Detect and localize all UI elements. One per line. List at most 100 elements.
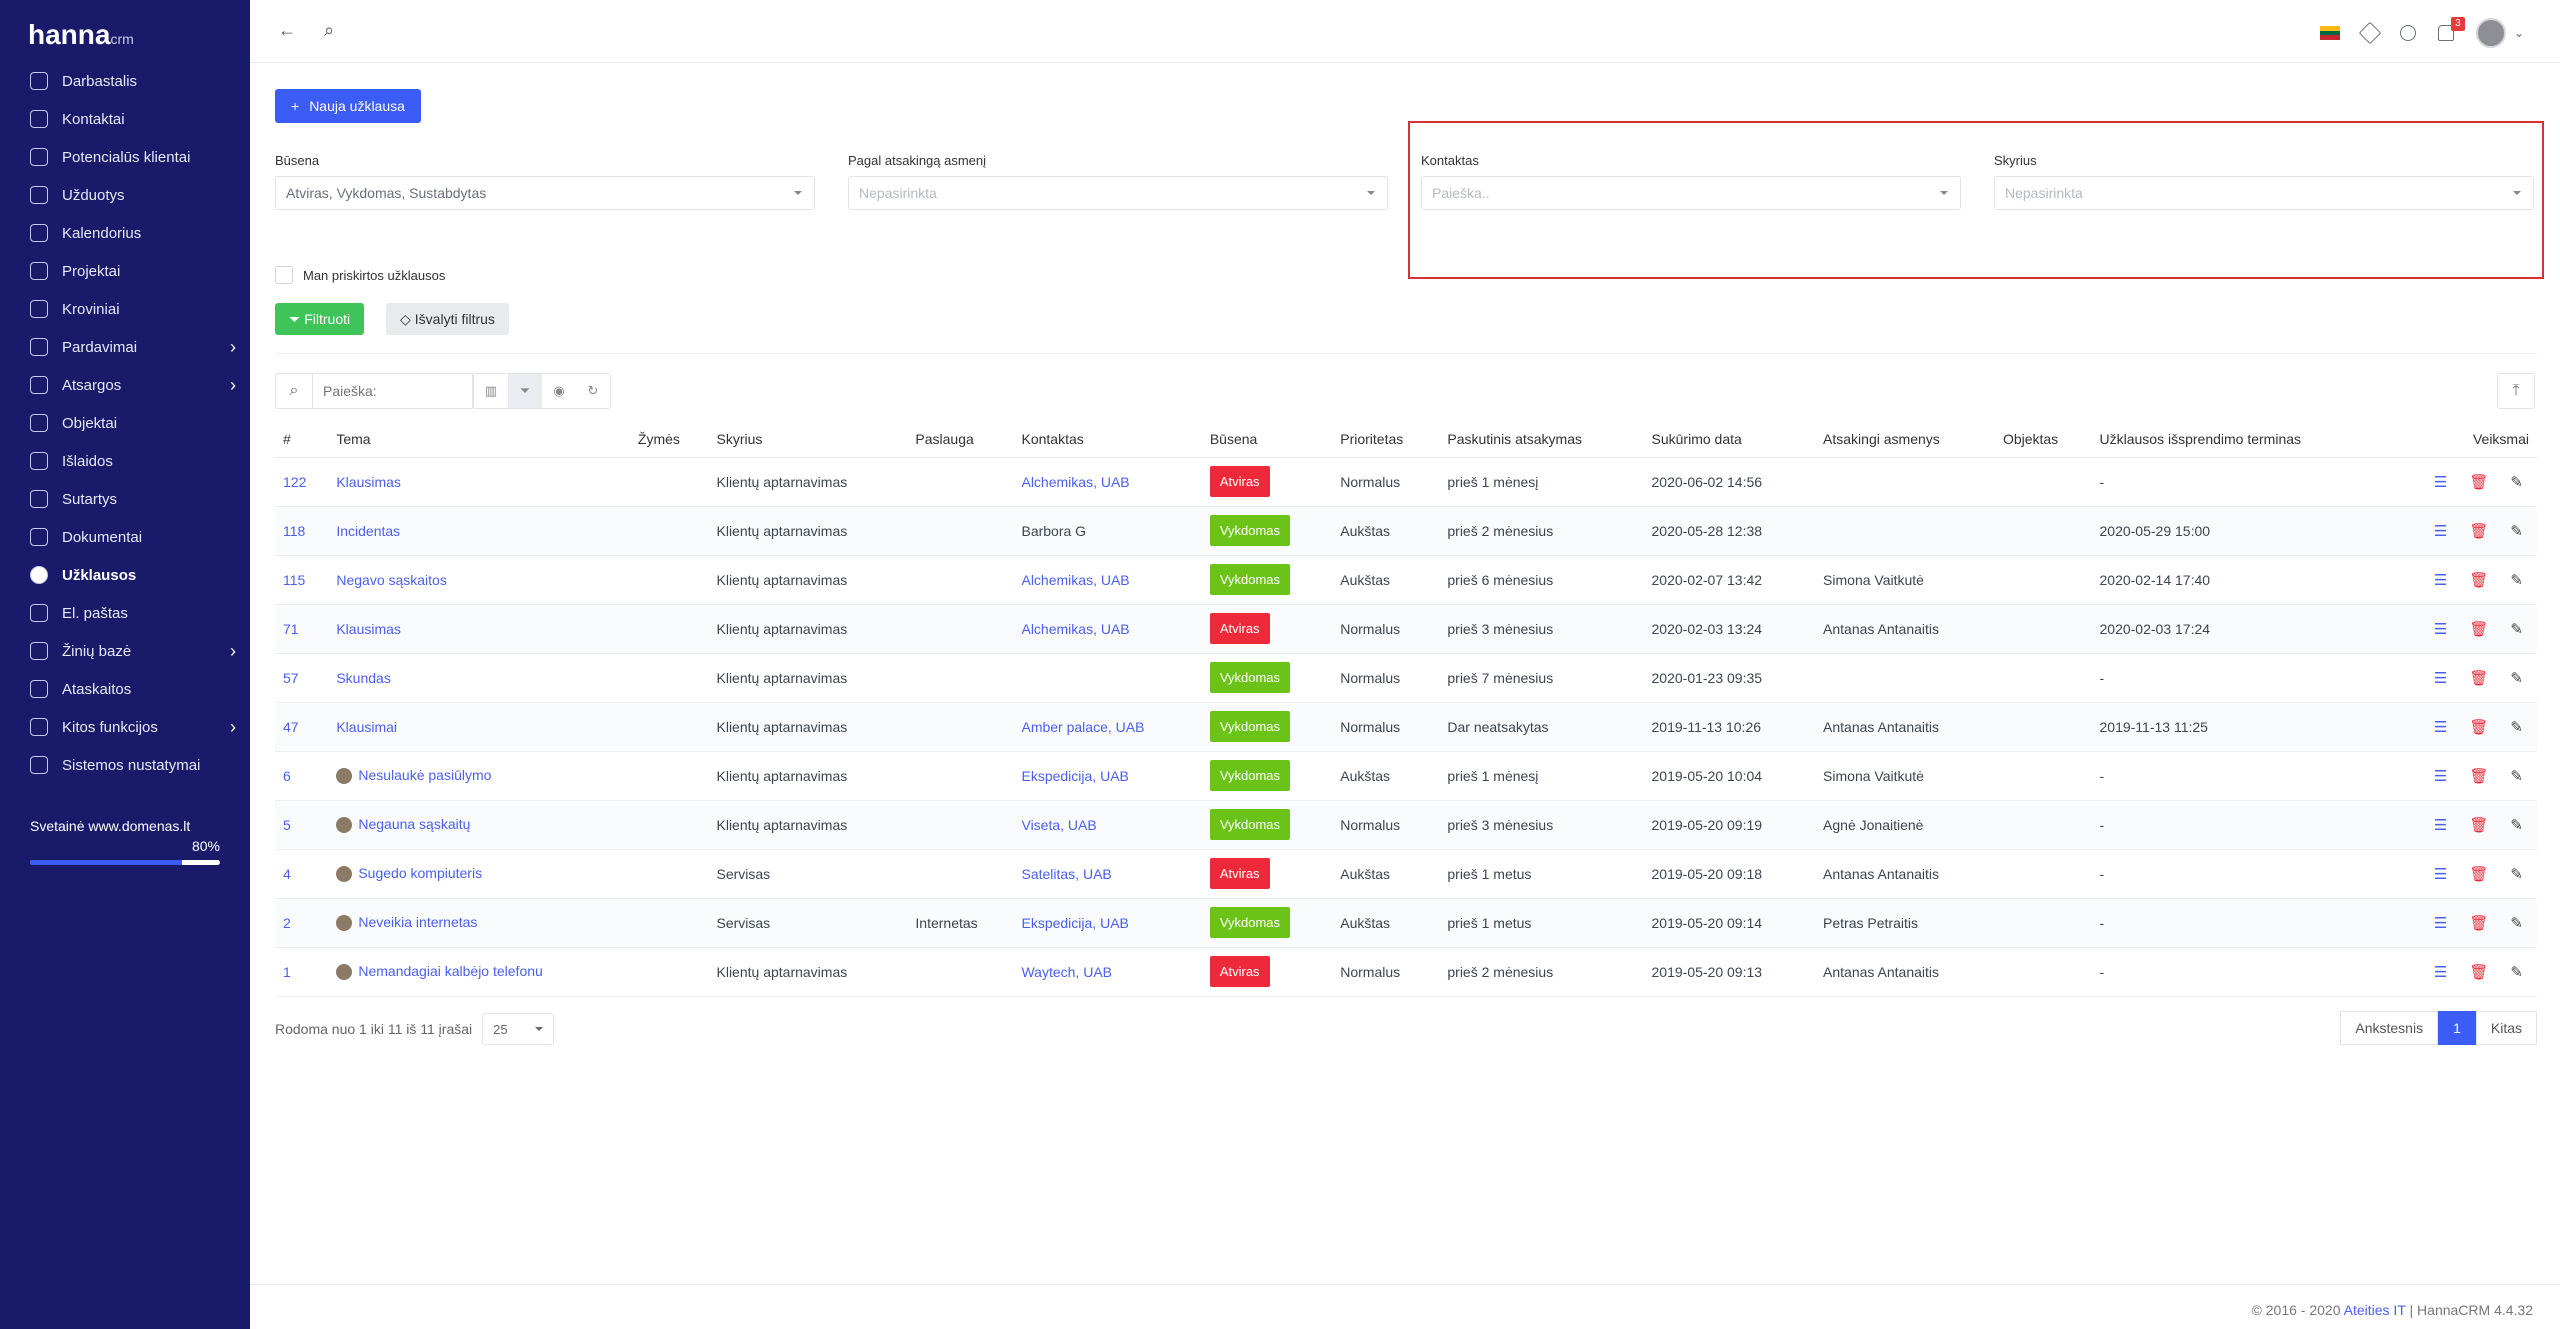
- table-row[interactable]: 57 Skundas Klientų aptarnavimas Vykdomas Nor…: [275, 653, 2537, 703]
- column-header[interactable]: Objektas: [1994, 421, 2092, 458]
- request-id-link[interactable]: 1: [283, 964, 291, 980]
- eye-icon[interactable]: ◉: [542, 374, 576, 408]
- bell-icon[interactable]: 3: [2437, 17, 2465, 41]
- request-topic-link[interactable]: Nemandagiai kalbėjo telefonu: [358, 963, 542, 979]
- trash-icon[interactable]: 🗑: [2469, 914, 2488, 932]
- pencil-icon[interactable]: ✎: [2510, 522, 2523, 540]
- user-avatar[interactable]: [2475, 18, 2506, 48]
- refresh-icon[interactable]: ↻: [576, 374, 610, 408]
- pencil-icon[interactable]: ✎: [2510, 473, 2523, 491]
- checkbox-box[interactable]: [275, 266, 293, 284]
- request-topic-link[interactable]: Negavo sąskaitos: [336, 572, 447, 588]
- contact-link[interactable]: Waytech, UAB: [1021, 964, 1112, 980]
- request-topic-link[interactable]: Klausimas: [336, 621, 401, 637]
- trash-icon[interactable]: 🗑: [2469, 963, 2488, 981]
- table-row[interactable]: 2 Neveikia internetas Servisas Internetas Ek…: [275, 898, 2537, 948]
- sidebar-item-13[interactable]: Užklausos: [0, 556, 250, 594]
- column-header[interactable]: Paslauga: [907, 421, 1014, 458]
- chart-icon[interactable]: ▥: [474, 374, 508, 408]
- column-header[interactable]: Veiksmai: [2386, 421, 2537, 458]
- company-link[interactable]: Ateities IT: [2344, 1302, 2406, 1318]
- table-row[interactable]: 71 Klausimas Klientų aptarnavimas Alchemika…: [275, 604, 2537, 654]
- sidebar-item-15[interactable]: Žinių bazė ›: [0, 632, 250, 670]
- pencil-icon[interactable]: ✎: [2510, 718, 2523, 736]
- column-header[interactable]: Tema: [328, 421, 630, 458]
- table-row[interactable]: 5 Negauna sąskaitų Klientų aptarnavimas Vis…: [275, 800, 2537, 850]
- table-row[interactable]: 115 Negavo sąskaitos Klientų aptarnavimas A…: [275, 555, 2537, 605]
- request-topic-link[interactable]: Klausimas: [336, 474, 401, 490]
- contact-link[interactable]: Viseta, UAB: [1021, 817, 1096, 833]
- new-request-button[interactable]: + Nauja užklausa: [275, 89, 421, 123]
- list-icon[interactable]: ☰: [2434, 767, 2447, 785]
- request-topic-link[interactable]: Nesulaukė pasiūlymo: [358, 767, 491, 783]
- clear-filters-button[interactable]: ◇ Išvalyti filtrus: [386, 303, 509, 335]
- sidebar-item-18[interactable]: Sistemos nustatymai: [0, 746, 250, 784]
- request-topic-link[interactable]: Incidentas: [336, 523, 400, 539]
- pencil-icon[interactable]: ✎: [2510, 963, 2523, 981]
- language-flag-icon[interactable]: [2319, 26, 2340, 41]
- trash-icon[interactable]: 🗑: [2469, 620, 2488, 638]
- pencil-icon[interactable]: ✎: [2510, 914, 2523, 932]
- chevron-down-icon[interactable]: ⌄: [2514, 26, 2524, 40]
- funnel-icon[interactable]: ⏷: [508, 374, 542, 408]
- pencil-icon[interactable]: ✎: [2510, 767, 2523, 785]
- export-icon[interactable]: ⤒: [2497, 373, 2535, 409]
- table-search-input[interactable]: [313, 373, 473, 409]
- trash-icon[interactable]: 🗑: [2469, 473, 2488, 491]
- trash-icon[interactable]: 🗑: [2469, 718, 2488, 736]
- page-size-select[interactable]: 25: [482, 1013, 555, 1045]
- list-icon[interactable]: ☰: [2434, 669, 2447, 687]
- column-header[interactable]: Žymės: [629, 421, 709, 458]
- list-icon[interactable]: ☰: [2434, 522, 2447, 540]
- list-icon[interactable]: ☰: [2434, 914, 2447, 932]
- contact-link[interactable]: Alchemikas, UAB: [1021, 621, 1129, 637]
- table-row[interactable]: 47 Klausimai Klientų aptarnavimas Amber pal…: [275, 702, 2537, 752]
- pencil-icon[interactable]: ✎: [2510, 669, 2523, 687]
- table-row[interactable]: 122 Klausimas Klientų aptarnavimas Alchemik…: [275, 457, 2537, 507]
- sidebar-item-9[interactable]: Objektai: [0, 404, 250, 442]
- request-id-link[interactable]: 2: [283, 915, 291, 931]
- brand-logo[interactable]: hannacrm: [0, 0, 250, 62]
- sidebar-item-12[interactable]: Dokumentai: [0, 518, 250, 556]
- column-header[interactable]: Sukūrimo data: [1643, 421, 1816, 458]
- column-header[interactable]: Paskutinis atsakymas: [1439, 421, 1644, 458]
- trash-icon[interactable]: 🗑: [2469, 522, 2488, 540]
- table-row[interactable]: 4 Sugedo kompiuteris Servisas Satelitas, UA…: [275, 849, 2537, 899]
- tools-icon[interactable]: [2358, 21, 2382, 45]
- sidebar-item-7[interactable]: Pardavimai ›: [0, 328, 250, 366]
- page-1-button[interactable]: 1: [2438, 1011, 2476, 1045]
- contact-link[interactable]: Ekspedicija, UAB: [1021, 768, 1128, 784]
- list-icon[interactable]: ☰: [2434, 620, 2447, 638]
- table-row[interactable]: 118 Incidentas Klientų aptarnavimas Barbora…: [275, 506, 2537, 556]
- sidebar-item-6[interactable]: Kroviniai: [0, 290, 250, 328]
- search-icon[interactable]: ⌕: [324, 20, 334, 41]
- trash-icon[interactable]: 🗑: [2469, 669, 2488, 687]
- pencil-icon[interactable]: ✎: [2510, 571, 2523, 589]
- sidebar-item-17[interactable]: Kitos funkcijos ›: [0, 708, 250, 746]
- contact-link[interactable]: Satelitas, UAB: [1021, 866, 1111, 882]
- column-header[interactable]: Būsena: [1201, 421, 1333, 458]
- column-header[interactable]: Prioritetas: [1332, 421, 1440, 458]
- trash-icon[interactable]: 🗑: [2469, 865, 2488, 883]
- sidebar-item-0[interactable]: Darbastalis: [0, 62, 250, 100]
- list-icon[interactable]: ☰: [2434, 963, 2447, 981]
- column-header[interactable]: Užklausos išsprendimo terminas: [2091, 421, 2387, 458]
- sidebar-item-11[interactable]: Sutartys: [0, 480, 250, 518]
- column-header[interactable]: Skyrius: [708, 421, 908, 458]
- list-icon[interactable]: ☰: [2434, 718, 2447, 736]
- request-id-link[interactable]: 5: [283, 817, 291, 833]
- pencil-icon[interactable]: ✎: [2510, 865, 2523, 883]
- contact-link[interactable]: Ekspedicija, UAB: [1021, 915, 1128, 931]
- column-header[interactable]: Atsakingi asmenys: [1815, 421, 1995, 458]
- back-arrow-icon[interactable]: ←: [278, 20, 296, 41]
- request-id-link[interactable]: 118: [283, 523, 305, 539]
- request-id-link[interactable]: 122: [283, 474, 306, 490]
- request-id-link[interactable]: 57: [283, 670, 299, 686]
- contact-link[interactable]: Alchemikas, UAB: [1021, 474, 1129, 490]
- status-select[interactable]: Atviras, Vykdomas, Sustabdytas: [275, 176, 815, 210]
- sidebar-item-16[interactable]: Ataskaitos: [0, 670, 250, 708]
- sidebar-item-10[interactable]: Išlaidos: [0, 442, 250, 480]
- contact-link[interactable]: Alchemikas, UAB: [1021, 572, 1129, 588]
- sidebar-item-4[interactable]: Kalendorius: [0, 214, 250, 252]
- filter-button[interactable]: ⏷ Filtruoti: [275, 303, 365, 335]
